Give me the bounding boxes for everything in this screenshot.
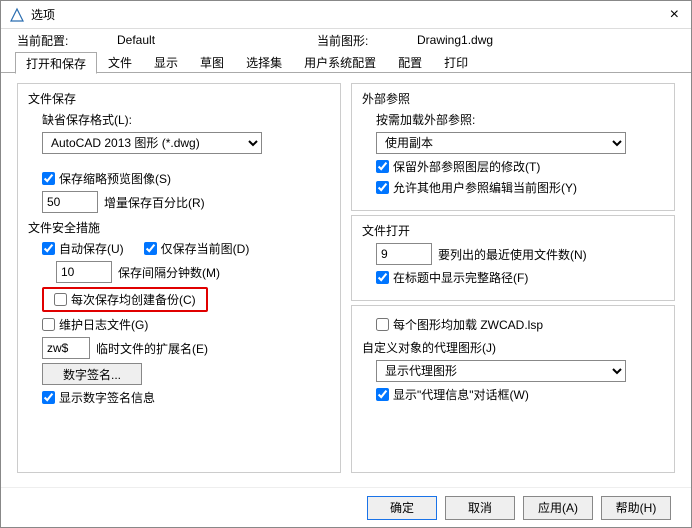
highlight-box: 每次保存均创建备份(C) bbox=[42, 287, 208, 312]
digital-signature-button[interactable]: 数字签名... bbox=[42, 363, 142, 385]
help-button[interactable]: 帮助(H) bbox=[601, 496, 671, 520]
file-open-title: 文件打开 bbox=[362, 222, 664, 239]
thumbnail-preview-label: 保存缩略预览图像(S) bbox=[59, 170, 171, 187]
only-current-checkbox[interactable]: 仅保存当前图(D) bbox=[144, 240, 250, 257]
only-current-label: 仅保存当前图(D) bbox=[161, 240, 250, 257]
load-lsp-label: 每个图形均加载 ZWCAD.lsp bbox=[393, 316, 543, 333]
backup-each-save-label: 每次保存均创建备份(C) bbox=[71, 291, 196, 308]
right-column: 外部参照 按需加载外部参照: 使用副本 保留外部参照图层的修改(T) 允许其他用… bbox=[351, 83, 675, 477]
current-config-label: 当前配置: bbox=[17, 32, 117, 49]
tab-display[interactable]: 显示 bbox=[143, 51, 189, 73]
ok-button[interactable]: 确定 bbox=[367, 496, 437, 520]
tab-drafting[interactable]: 草图 bbox=[189, 51, 235, 73]
xref-load-label: 按需加载外部参照: bbox=[376, 111, 664, 128]
cancel-button[interactable]: 取消 bbox=[445, 496, 515, 520]
maintain-log-label: 维护日志文件(G) bbox=[59, 316, 148, 333]
show-proxy-info-checkbox[interactable]: 显示"代理信息"对话框(W) bbox=[376, 386, 664, 403]
left-column: 文件保存 缺省保存格式(L): AutoCAD 2013 图形 (*.dwg) … bbox=[17, 83, 341, 477]
tab-open-and-save[interactable]: 打开和保存 bbox=[15, 52, 97, 74]
group-file-open: 文件打开 要列出的最近使用文件数(N) 在标题中显示完整路径(F) bbox=[351, 215, 675, 301]
app-icon bbox=[9, 7, 25, 23]
show-sig-info-label: 显示数字签名信息 bbox=[59, 389, 155, 406]
tabstrip: 打开和保存 文件 显示 草图 选择集 用户系统配置 配置 打印 bbox=[1, 51, 691, 73]
current-drawing-value: Drawing1.dwg bbox=[417, 33, 493, 47]
file-safety-title: 文件安全措施 bbox=[28, 219, 330, 236]
apply-button[interactable]: 应用(A) bbox=[523, 496, 593, 520]
incremental-save-input[interactable] bbox=[42, 191, 98, 213]
titlebar: 选项 × bbox=[1, 1, 691, 29]
tab-selection[interactable]: 选择集 bbox=[235, 51, 293, 73]
keep-layer-label: 保留外部参照图层的修改(T) bbox=[393, 158, 540, 175]
group-misc: 每个图形均加载 ZWCAD.lsp 自定义对象的代理图形(J) 显示代理图形 显… bbox=[351, 305, 675, 473]
show-proxy-info-label: 显示"代理信息"对话框(W) bbox=[393, 386, 529, 403]
tab-print[interactable]: 打印 bbox=[433, 51, 479, 73]
xref-title: 外部参照 bbox=[362, 90, 664, 107]
full-path-checkbox[interactable]: 在标题中显示完整路径(F) bbox=[376, 269, 664, 286]
tab-profiles[interactable]: 配置 bbox=[387, 51, 433, 73]
default-format-select[interactable]: AutoCAD 2013 图形 (*.dwg) bbox=[42, 132, 262, 154]
temp-ext-label: 临时文件的扩展名(E) bbox=[96, 340, 208, 357]
recent-files-input[interactable] bbox=[376, 243, 432, 265]
interval-input[interactable] bbox=[56, 261, 112, 283]
keep-layer-checkbox[interactable]: 保留外部参照图层的修改(T) bbox=[376, 158, 664, 175]
proxy-title: 自定义对象的代理图形(J) bbox=[362, 339, 664, 356]
recent-files-label: 要列出的最近使用文件数(N) bbox=[438, 246, 587, 263]
interval-label: 保存间隔分钟数(M) bbox=[118, 264, 220, 281]
info-row: 当前配置: Default 当前图形: Drawing1.dwg bbox=[1, 29, 691, 51]
auto-save-checkbox[interactable]: 自动保存(U) bbox=[42, 240, 124, 257]
xref-load-select[interactable]: 使用副本 bbox=[376, 132, 626, 154]
default-format-label: 缺省保存格式(L): bbox=[42, 111, 330, 128]
options-dialog: 选项 × 当前配置: Default 当前图形: Drawing1.dwg 打开… bbox=[0, 0, 692, 528]
current-drawing-label: 当前图形: bbox=[317, 32, 417, 49]
group-file-save: 文件保存 缺省保存格式(L): AutoCAD 2013 图形 (*.dwg) … bbox=[17, 83, 341, 473]
window-title: 选项 bbox=[31, 6, 666, 23]
footer: 确定 取消 应用(A) 帮助(H) bbox=[1, 487, 691, 527]
maintain-log-checkbox[interactable]: 维护日志文件(G) bbox=[42, 316, 330, 333]
allow-edit-checkbox[interactable]: 允许其他用户参照编辑当前图形(Y) bbox=[376, 179, 664, 196]
full-path-label: 在标题中显示完整路径(F) bbox=[393, 269, 528, 286]
auto-save-label: 自动保存(U) bbox=[59, 240, 124, 257]
file-save-title: 文件保存 bbox=[28, 90, 330, 107]
thumbnail-preview-checkbox[interactable]: 保存缩略预览图像(S) bbox=[42, 170, 330, 187]
allow-edit-label: 允许其他用户参照编辑当前图形(Y) bbox=[393, 179, 577, 196]
incremental-save-label: 增量保存百分比(R) bbox=[104, 194, 205, 211]
load-lsp-checkbox[interactable]: 每个图形均加载 ZWCAD.lsp bbox=[376, 316, 664, 333]
tab-user-preferences[interactable]: 用户系统配置 bbox=[293, 51, 387, 73]
group-xref: 外部参照 按需加载外部参照: 使用副本 保留外部参照图层的修改(T) 允许其他用… bbox=[351, 83, 675, 211]
current-config-value: Default bbox=[117, 33, 317, 47]
close-icon[interactable]: × bbox=[666, 6, 683, 24]
show-sig-info-checkbox[interactable]: 显示数字签名信息 bbox=[42, 389, 330, 406]
content: 文件保存 缺省保存格式(L): AutoCAD 2013 图形 (*.dwg) … bbox=[1, 73, 691, 487]
backup-each-save-checkbox[interactable]: 每次保存均创建备份(C) bbox=[54, 291, 196, 308]
tab-files[interactable]: 文件 bbox=[97, 51, 143, 73]
temp-ext-input[interactable] bbox=[42, 337, 90, 359]
proxy-select[interactable]: 显示代理图形 bbox=[376, 360, 626, 382]
